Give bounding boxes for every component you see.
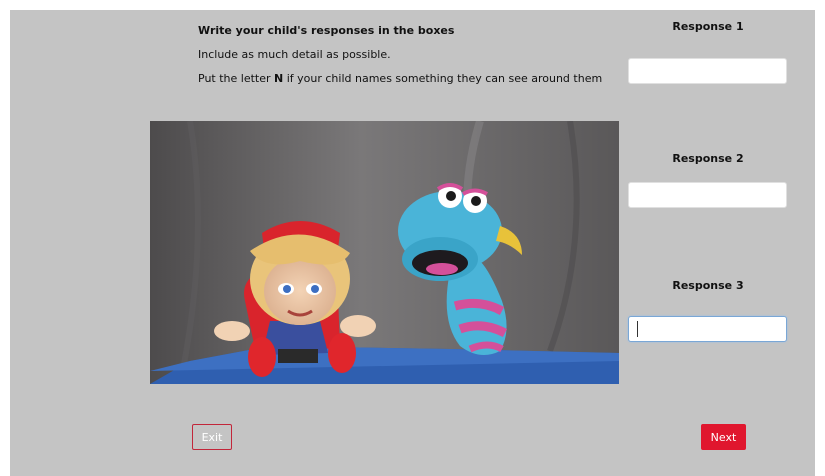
response-3-label: Response 3	[672, 279, 744, 292]
response-3-input[interactable]	[628, 316, 787, 342]
instructions-letter-suffix: if your child names something they can s…	[283, 72, 603, 85]
response-2-input[interactable]	[628, 182, 787, 208]
instructions-letter: N	[274, 72, 284, 85]
response-1-input[interactable]	[628, 58, 787, 84]
response-2-label: Response 2	[672, 152, 744, 165]
instructions-detail: Include as much detail as possible.	[198, 48, 391, 61]
video-player[interactable]	[150, 121, 619, 384]
response-1-label: Response 1	[672, 20, 744, 33]
instructions-letter-prefix: Put the letter	[198, 72, 275, 85]
instructions-letter-n: Put the letter N if your child names som…	[198, 72, 602, 85]
puppets-video-frame	[150, 121, 619, 384]
next-button[interactable]: Next	[701, 424, 746, 450]
exit-button[interactable]: Exit	[192, 424, 232, 450]
text-caret	[637, 321, 638, 337]
instructions-title: Write your child's responses in the boxe…	[198, 24, 455, 37]
